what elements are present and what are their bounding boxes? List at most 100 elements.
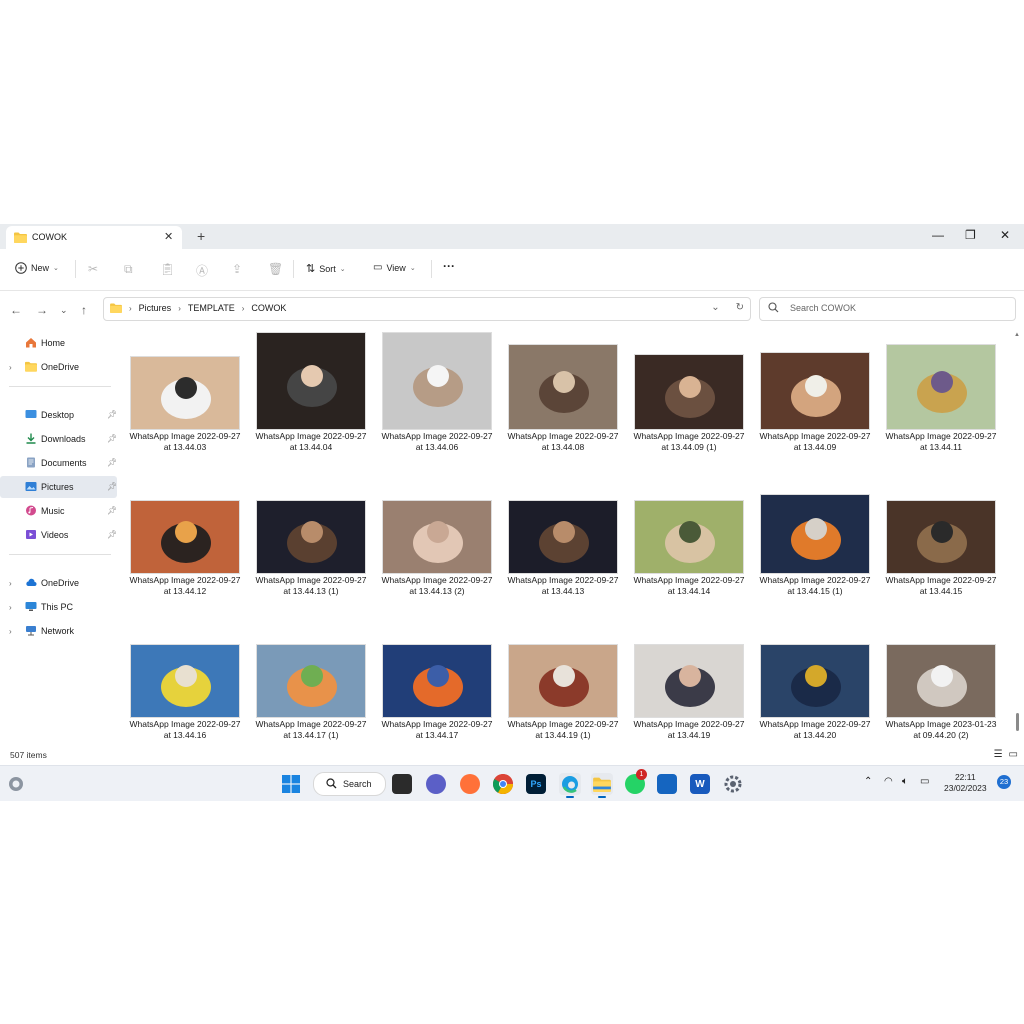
breadcrumb-template[interactable]: TEMPLATE — [188, 303, 235, 313]
image-thumbnail — [634, 354, 744, 430]
sidebar-item-pictures[interactable]: Pictures 📌︎ — [0, 476, 117, 498]
edge-icon[interactable] — [559, 773, 581, 795]
file-name-line2: at 13.44.19 — [667, 730, 711, 740]
file-item[interactable]: WhatsApp Image 2022-09-27 at 13.44.13 (1) — [248, 472, 374, 602]
breadcrumb-cowok[interactable]: COWOK — [251, 303, 286, 313]
notification-badge[interactable]: 23 — [997, 775, 1011, 789]
recent-locations-chevron-icon[interactable]: ⌄ — [60, 305, 68, 316]
image-thumbnail — [886, 500, 996, 574]
show-hidden-icons-chevron-icon[interactable]: ⌃ — [864, 776, 872, 787]
file-name-line2: at 13.44.09 (1) — [661, 442, 717, 452]
battery-icon[interactable]: ▭ — [920, 776, 929, 787]
close-tab-icon[interactable]: ✕ — [164, 230, 173, 243]
file-item[interactable]: WhatsApp Image 2022-09-27 at 13.44.09 (1) — [626, 328, 752, 458]
sidebar-item-network[interactable]: › Network — [0, 620, 117, 642]
file-item[interactable]: WhatsApp Image 2022-09-27 at 13.44.15 — [878, 472, 1004, 602]
divider — [431, 260, 432, 278]
paste-icon[interactable]: 📋︎ — [160, 262, 175, 276]
sidebar-item-music[interactable]: Music 📌︎ — [0, 500, 117, 522]
scroll-up-icon[interactable]: ▲ — [1014, 332, 1020, 338]
sidebar-item-downloads[interactable]: Downloads 📌︎ — [0, 428, 117, 450]
file-item[interactable]: WhatsApp Image 2022-09-27 at 13.44.19 (1) — [500, 616, 626, 746]
file-item[interactable]: WhatsApp Image 2022-09-27 at 13.44.17 (1) — [248, 616, 374, 746]
file-item[interactable]: WhatsApp Image 2022-09-27 at 13.44.03 — [122, 328, 248, 458]
task-view-icon[interactable] — [392, 774, 412, 794]
vertical-scrollbar[interactable]: ▲ — [1013, 328, 1023, 738]
firefox-icon[interactable] — [460, 774, 480, 794]
chevron-right-icon[interactable]: › — [9, 363, 12, 372]
maximize-button[interactable]: ❐ — [965, 228, 976, 242]
start-icon[interactable] — [281, 774, 301, 794]
sidebar-item-documents[interactable]: Documents 📌︎ — [0, 452, 117, 474]
sort-button[interactable]: ⇅ Sort ⌄ — [306, 262, 346, 275]
file-item[interactable]: WhatsApp Image 2022-09-27 at 13.44.16 — [122, 616, 248, 746]
minimize-button[interactable]: — — [932, 228, 944, 242]
file-item[interactable]: WhatsApp Image 2022-09-27 at 13.44.14 — [626, 472, 752, 602]
sidebar-item-onedrive-personal[interactable]: › OneDrive — [0, 356, 117, 378]
wifi-icon[interactable]: ◠ — [884, 776, 893, 787]
chrome-icon[interactable] — [493, 774, 513, 794]
word-icon[interactable]: W — [690, 774, 710, 794]
cut-icon[interactable]: ✂ — [88, 262, 98, 276]
file-item[interactable]: WhatsApp Image 2022-09-27 at 13.44.12 — [122, 472, 248, 602]
chevron-right-icon[interactable]: › — [9, 627, 12, 636]
new-button[interactable]: New ⌄ — [15, 262, 59, 274]
widgets-icon[interactable] — [6, 774, 26, 794]
tiles-view-icon[interactable]: ▭ — [1009, 749, 1018, 760]
image-thumbnail — [130, 356, 240, 430]
rename-icon[interactable]: Ⓐ — [196, 262, 208, 279]
file-item[interactable]: WhatsApp Image 2022-09-27 at 13.44.09 — [752, 328, 878, 458]
address-bar[interactable]: › Pictures › TEMPLATE › COWOK ⌄ ↻ — [103, 297, 751, 321]
volume-icon[interactable]: 🔈︎ — [902, 776, 908, 787]
sidebar-item-onedrive[interactable]: › OneDrive — [0, 572, 117, 594]
view-button[interactable]: ▭ View ⌄ — [373, 262, 416, 273]
forward-arrow-icon[interactable]: → — [36, 303, 48, 317]
chevron-right-icon[interactable]: › — [9, 603, 12, 612]
share-icon[interactable]: ⇪ — [232, 262, 242, 276]
file-item[interactable]: WhatsApp Image 2022-09-27 at 13.44.08 — [500, 328, 626, 458]
sidebar-item-videos[interactable]: Videos 📌︎ — [0, 524, 117, 546]
sidebar-item-home[interactable]: Home — [0, 332, 117, 354]
close-window-button[interactable]: ✕ — [1000, 228, 1010, 242]
file-name-line1: WhatsApp Image 2022-09-27 — [633, 575, 745, 585]
file-item[interactable]: WhatsApp Image 2022-09-27 at 13.44.20 — [752, 616, 878, 746]
file-item[interactable]: WhatsApp Image 2022-09-27 at 13.44.04 — [248, 328, 374, 458]
clock[interactable]: 22:11 23/02/2023 — [944, 772, 987, 794]
tab-cowok[interactable]: COWOK ✕ — [6, 226, 182, 249]
file-name-line2: at 13.44.06 — [415, 442, 459, 452]
store-icon[interactable] — [657, 774, 677, 794]
copy-icon[interactable]: ⧉ — [124, 262, 133, 277]
file-explorer-icon[interactable] — [591, 773, 613, 795]
details-view-icon[interactable]: ☰ — [994, 749, 1003, 760]
scrollbar-thumb[interactable] — [1016, 713, 1019, 731]
up-arrow-icon[interactable]: ↑ — [81, 303, 87, 317]
search-box[interactable]: Search COWOK — [759, 297, 1016, 321]
sidebar-item-label: OneDrive — [41, 362, 80, 372]
image-thumbnail — [760, 352, 870, 430]
delete-icon[interactable]: 🗑︎ — [268, 262, 283, 276]
settings-gear-icon[interactable] — [723, 774, 743, 794]
new-tab-button[interactable]: + — [197, 228, 205, 244]
sidebar-item-this-pc[interactable]: › This PC — [0, 596, 117, 618]
file-item[interactable]: WhatsApp Image 2022-09-27 at 13.44.13 — [500, 472, 626, 602]
file-item[interactable]: WhatsApp Image 2022-09-27 at 13.44.13 (2) — [374, 472, 500, 602]
more-options-button[interactable]: ··· — [443, 259, 455, 273]
back-arrow-icon[interactable]: ← — [10, 303, 22, 317]
chat-icon[interactable] — [426, 774, 446, 794]
photoshop-icon[interactable]: Ps — [526, 774, 546, 794]
chevron-right-icon[interactable]: › — [9, 579, 12, 588]
divider — [75, 260, 76, 278]
file-item[interactable]: WhatsApp Image 2022-09-27 at 13.44.15 (1) — [752, 472, 878, 602]
refresh-icon[interactable]: ↻ — [736, 302, 744, 313]
file-name-line2: at 13.44.12 — [163, 586, 207, 596]
file-name-line2: at 13.44.19 (1) — [535, 730, 591, 740]
file-item[interactable]: WhatsApp Image 2022-09-27 at 13.44.11 — [878, 328, 1004, 458]
file-item[interactable]: WhatsApp Image 2022-09-27 at 13.44.17 — [374, 616, 500, 746]
sidebar-item-desktop[interactable]: Desktop 📌︎ — [0, 404, 117, 426]
file-item[interactable]: WhatsApp Image 2022-09-27 at 13.44.19 — [626, 616, 752, 746]
taskbar-search[interactable]: Search — [313, 772, 386, 796]
file-item[interactable]: WhatsApp Image 2023-01-23 at 09.44.20 (2) — [878, 616, 1004, 746]
breadcrumb-pictures[interactable]: Pictures — [139, 303, 172, 313]
address-dropdown-icon[interactable]: ⌄ — [711, 302, 719, 313]
file-item[interactable]: WhatsApp Image 2022-09-27 at 13.44.06 — [374, 328, 500, 458]
